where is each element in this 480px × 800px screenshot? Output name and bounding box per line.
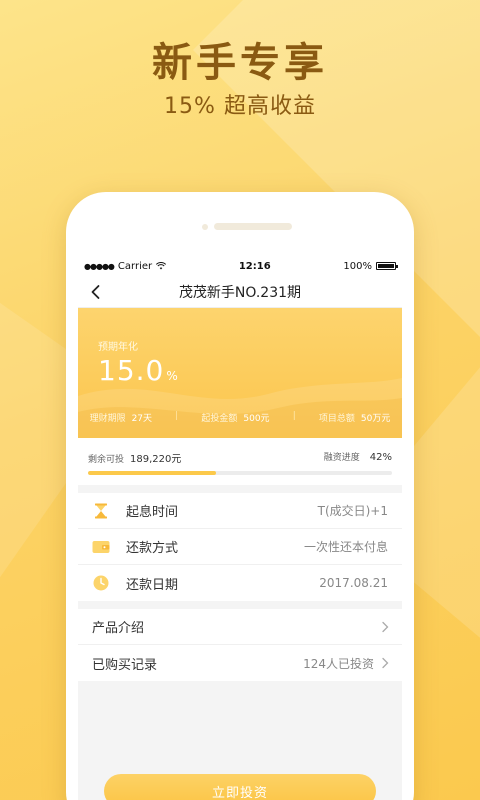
phone-speaker <box>214 223 292 230</box>
navigation-bar: 茂茂新手NO.231期 <box>78 276 402 308</box>
clock-icon <box>92 574 110 592</box>
product-info-list: 起息时间 T(成交日)+1 还款方式 一次性还本付息 还款日期 2017.08.… <box>78 493 402 601</box>
promo-subtitle: 15% 超高收益 <box>164 94 316 119</box>
info-row-repayment-method: 还款方式 一次性还本付息 <box>78 529 402 565</box>
meta-separator: | <box>175 411 179 421</box>
back-icon[interactable] <box>88 284 104 300</box>
wallet-icon <box>92 538 110 556</box>
progress-percent: 融资进度 42% <box>323 452 392 463</box>
info-value: 2017.08.21 <box>319 576 388 590</box>
investor-count: 124人已投资 <box>303 656 374 671</box>
invest-now-button[interactable]: 立即投资 <box>104 774 376 800</box>
hourglass-icon <box>92 502 110 520</box>
product-link-list: 产品介绍 已购买记录 124人已投资 <box>78 609 402 681</box>
info-row-interest-start: 起息时间 T(成交日)+1 <box>78 493 402 529</box>
battery-percent: 100% <box>343 260 372 272</box>
purchase-records-link[interactable]: 已购买记录 124人已投资 <box>78 645 402 681</box>
progress-bar <box>88 471 392 475</box>
annual-rate: 15.0% <box>98 354 179 387</box>
funding-progress: 剩余可投 189,220元 融资进度 42% <box>78 438 402 485</box>
link-label: 产品介绍 <box>92 621 145 636</box>
info-value: T(成交日)+1 <box>317 504 388 518</box>
info-label: 还款日期 <box>126 577 179 593</box>
product-hero: 预期年化 15.0% 理财期限 27天 | 起投金额 500元 | 项目总额 50万元 <box>78 308 402 438</box>
wifi-icon <box>156 262 167 270</box>
app-screen: ●●●●● Carrier 12:16 100% 茂茂新手NO.231期 预期年… <box>78 256 402 800</box>
remaining-amount: 剩余可投 189,220元 <box>88 454 182 465</box>
total-amount-info: 项目总额 50万元 <box>318 414 391 424</box>
link-label: 已购买记录 <box>92 657 158 673</box>
chevron-right-icon <box>382 621 389 632</box>
meta-separator: | <box>292 411 296 421</box>
product-meta: 理财期限 27天 | 起投金额 500元 | 项目总额 50万元 <box>78 411 402 424</box>
rate-label: 预期年化 <box>98 342 138 353</box>
carrier-name: Carrier <box>117 260 153 272</box>
status-bar: ●●●●● Carrier 12:16 100% <box>78 256 402 276</box>
product-intro-link[interactable]: 产品介绍 <box>78 609 402 645</box>
progress-bar-fill <box>88 471 216 475</box>
min-investment-info: 起投金额 500元 <box>201 414 270 424</box>
promo-title: 新手专享 <box>152 40 328 86</box>
phone-camera <box>202 224 208 230</box>
info-row-repayment-date: 还款日期 2017.08.21 <box>78 565 402 601</box>
annual-rate-unit: % <box>166 369 179 383</box>
chevron-right-icon <box>382 657 389 669</box>
annual-rate-value: 15.0 <box>98 354 165 387</box>
info-label: 起息时间 <box>126 505 179 520</box>
term-info: 理财期限 27天 <box>89 414 153 424</box>
battery-icon <box>375 262 398 270</box>
page-title: 茂茂新手NO.231期 <box>178 284 302 301</box>
phone-frame: ●●●●● Carrier 12:16 100% 茂茂新手NO.231期 预期年… <box>66 192 414 800</box>
signal-icon: ●●●●● <box>84 261 115 271</box>
status-time: 12:16 <box>238 260 271 272</box>
info-value: 一次性还本付息 <box>303 540 388 554</box>
info-label: 还款方式 <box>126 541 179 556</box>
